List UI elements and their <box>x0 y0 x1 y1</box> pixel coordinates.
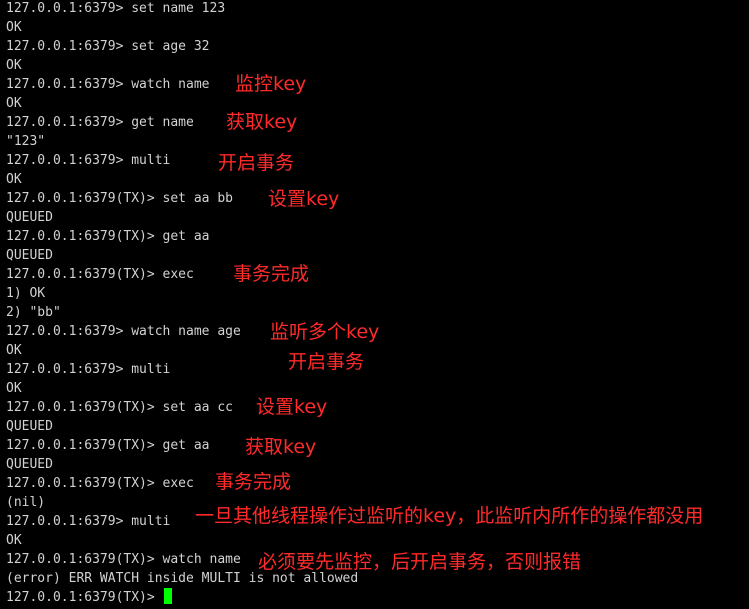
terminal-line: 127.0.0.1:6379> multi <box>6 514 171 529</box>
terminal-prompt-line[interactable]: 127.0.0.1:6379(TX)> <box>6 588 172 607</box>
terminal-line: 127.0.0.1:6379(TX)> watch name <box>6 552 241 567</box>
terminal-line: 127.0.0.1:6379> watch name <box>6 77 210 92</box>
terminal-line: OK <box>6 381 22 396</box>
terminal-line: 127.0.0.1:6379(TX)> exec <box>6 267 194 282</box>
terminal-line: 127.0.0.1:6379(TX)> set aa cc <box>6 400 233 415</box>
terminal-line: 1) OK <box>6 286 46 301</box>
terminal-line: (nil) <box>6 495 46 510</box>
terminal-line: "123" <box>6 134 46 149</box>
terminal-line: OK <box>6 533 22 548</box>
terminal-line: 127.0.0.1:6379(TX)> set aa bb <box>6 191 233 206</box>
terminal-line: OK <box>6 343 22 358</box>
annotation-start-transaction: 开启事务 <box>288 351 365 373</box>
terminal-line: 127.0.0.1:6379> multi <box>6 362 171 377</box>
annotation-set-key: 设置key <box>268 188 340 210</box>
annotation-start-transaction: 开启事务 <box>218 152 295 174</box>
terminal-line: OK <box>6 20 22 35</box>
annotation-set-key: 设置key <box>256 396 328 418</box>
terminal-line: OK <box>6 58 22 73</box>
terminal-line: OK <box>6 96 22 111</box>
annotation-watch-key: 监控key <box>235 73 307 95</box>
annotation-transaction-complete: 事务完成 <box>215 471 292 493</box>
terminal-line: 127.0.0.1:6379> multi <box>6 153 171 168</box>
annotation-watch-before-multi: 必须要先监控，后开启事务，否则报错 <box>258 551 582 573</box>
terminal-line: 127.0.0.1:6379(TX)> get aa <box>6 229 210 244</box>
terminal-line: OK <box>6 172 22 187</box>
annotation-get-key: 获取key <box>245 436 317 458</box>
terminal-line: 127.0.0.1:6379> watch name age <box>6 324 241 339</box>
annotation-transaction-complete: 事务完成 <box>233 263 310 285</box>
cursor-block <box>163 588 172 604</box>
annotation-watch-multiple-keys: 监听多个key <box>270 321 380 343</box>
terminal-line: 127.0.0.1:6379(TX)> exec <box>6 476 194 491</box>
terminal-line: QUEUED <box>6 419 53 434</box>
terminal-line: QUEUED <box>6 248 53 263</box>
terminal-window[interactable]: 127.0.0.1:6379> set name 123 OK 127.0.0.… <box>0 0 749 609</box>
terminal-line: QUEUED <box>6 457 53 472</box>
terminal-line: 127.0.0.1:6379> set name 123 <box>6 1 226 16</box>
prompt-text: 127.0.0.1:6379(TX)> <box>6 590 163 605</box>
terminal-line: 2) "bb" <box>6 305 61 320</box>
annotation-watch-invalidated: 一旦其他线程操作过监听的key，此监听内所作的操作都没用 <box>195 505 704 527</box>
terminal-line: 127.0.0.1:6379> get name <box>6 115 194 130</box>
terminal-line: 127.0.0.1:6379> set age 32 <box>6 39 210 54</box>
terminal-line: 127.0.0.1:6379(TX)> get aa <box>6 438 210 453</box>
terminal-line: QUEUED <box>6 210 53 225</box>
annotation-get-key: 获取key <box>226 111 298 133</box>
